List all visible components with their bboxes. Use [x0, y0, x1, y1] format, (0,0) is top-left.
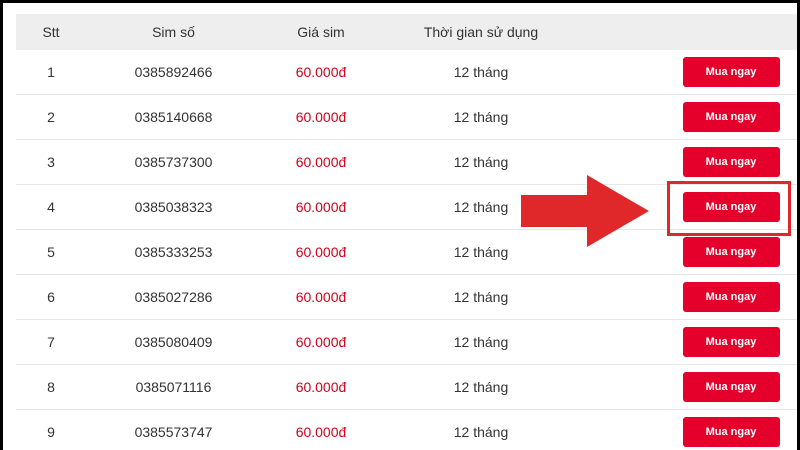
row-price: 60.000đ: [295, 199, 347, 215]
row-price: 60.000đ: [295, 64, 347, 80]
buy-now-button[interactable]: Mua ngay: [682, 57, 780, 87]
row-stt: 9: [47, 424, 55, 440]
header-duration: Thời gian sử dụng: [423, 24, 539, 40]
row-action: Mua ngay: [676, 365, 786, 409]
row-duration: 12 tháng: [453, 334, 509, 350]
screenshot-frame: Stt Sim số Giá sim Thời gian sử dụng 1 03…: [3, 3, 797, 450]
row-price: 60.000đ: [295, 289, 347, 305]
row-action: Mua ngay: [676, 50, 786, 94]
row-stt: 2: [47, 109, 55, 125]
row-action: Mua ngay: [676, 95, 786, 139]
buy-now-button[interactable]: Mua ngay: [682, 327, 780, 357]
row-duration: 12 tháng: [453, 289, 509, 305]
row-stt: 5: [47, 244, 55, 260]
buy-now-button[interactable]: Mua ngay: [682, 282, 780, 312]
buy-now-button[interactable]: Mua ngay: [682, 372, 780, 402]
row-stt: 4: [47, 199, 55, 215]
buy-now-button[interactable]: Mua ngay: [682, 237, 780, 267]
row-sim-number: 0385071116: [135, 379, 212, 395]
row-price: 60.000đ: [295, 244, 347, 260]
table-row: 8 0385071116 60.000đ 12 tháng Mua ngay: [16, 365, 797, 410]
table-row: 7 0385080409 60.000đ 12 tháng Mua ngay: [16, 320, 797, 365]
row-duration: 12 tháng: [453, 424, 509, 440]
highlight-box: [667, 181, 791, 236]
table-row: 3 0385737300 60.000đ 12 tháng Mua ngay: [16, 140, 797, 185]
row-sim-number: 0385027286: [134, 289, 213, 305]
row-sim-number: 0385573747: [134, 424, 213, 440]
row-price: 60.000đ: [295, 334, 347, 350]
row-sim-number: 0385892466: [134, 64, 213, 80]
row-sim-number: 0385038323: [134, 199, 213, 215]
row-stt: 1: [47, 64, 55, 80]
row-price: 60.000đ: [295, 154, 347, 170]
row-price: 60.000đ: [295, 109, 347, 125]
row-duration: 12 tháng: [453, 64, 509, 80]
row-stt: 8: [47, 379, 55, 395]
row-action: Mua ngay: [676, 275, 786, 319]
buy-now-button[interactable]: Mua ngay: [682, 417, 780, 447]
row-price: 60.000đ: [295, 424, 347, 440]
table-row: 1 0385892466 60.000đ 12 tháng Mua ngay: [16, 50, 797, 95]
row-sim-number: 0385333253: [134, 244, 213, 260]
table-row: 9 0385573747 60.000đ 12 tháng Mua ngay: [16, 410, 797, 450]
row-price: 60.000đ: [295, 379, 347, 395]
row-action: Mua ngay: [676, 410, 786, 450]
header-price: Giá sim: [297, 24, 345, 40]
right-arrow-icon: [521, 175, 649, 247]
row-sim-number: 0385737300: [134, 154, 213, 170]
row-action: Mua ngay: [676, 320, 786, 364]
table-row: 2 0385140668 60.000đ 12 tháng Mua ngay: [16, 95, 797, 140]
row-duration: 12 tháng: [453, 109, 509, 125]
buy-now-button[interactable]: Mua ngay: [682, 147, 780, 177]
header-sim: Sim số: [152, 24, 195, 40]
buy-now-button[interactable]: Mua ngay: [682, 102, 780, 132]
row-duration: 12 tháng: [453, 379, 509, 395]
header-stt: Stt: [42, 24, 60, 40]
row-stt: 6: [47, 289, 55, 305]
row-action: Mua ngay: [676, 230, 786, 274]
row-sim-number: 0385140668: [134, 109, 213, 125]
row-stt: 3: [47, 154, 55, 170]
table-row: 5 0385333253 60.000đ 12 tháng Mua ngay: [16, 230, 797, 275]
row-stt: 7: [47, 334, 55, 350]
row-sim-number: 0385080409: [134, 334, 213, 350]
table-row: 6 0385027286 60.000đ 12 tháng Mua ngay: [16, 275, 797, 320]
table-header: Stt Sim số Giá sim Thời gian sử dụng: [16, 14, 797, 50]
row-action: Mua ngay: [676, 140, 786, 184]
